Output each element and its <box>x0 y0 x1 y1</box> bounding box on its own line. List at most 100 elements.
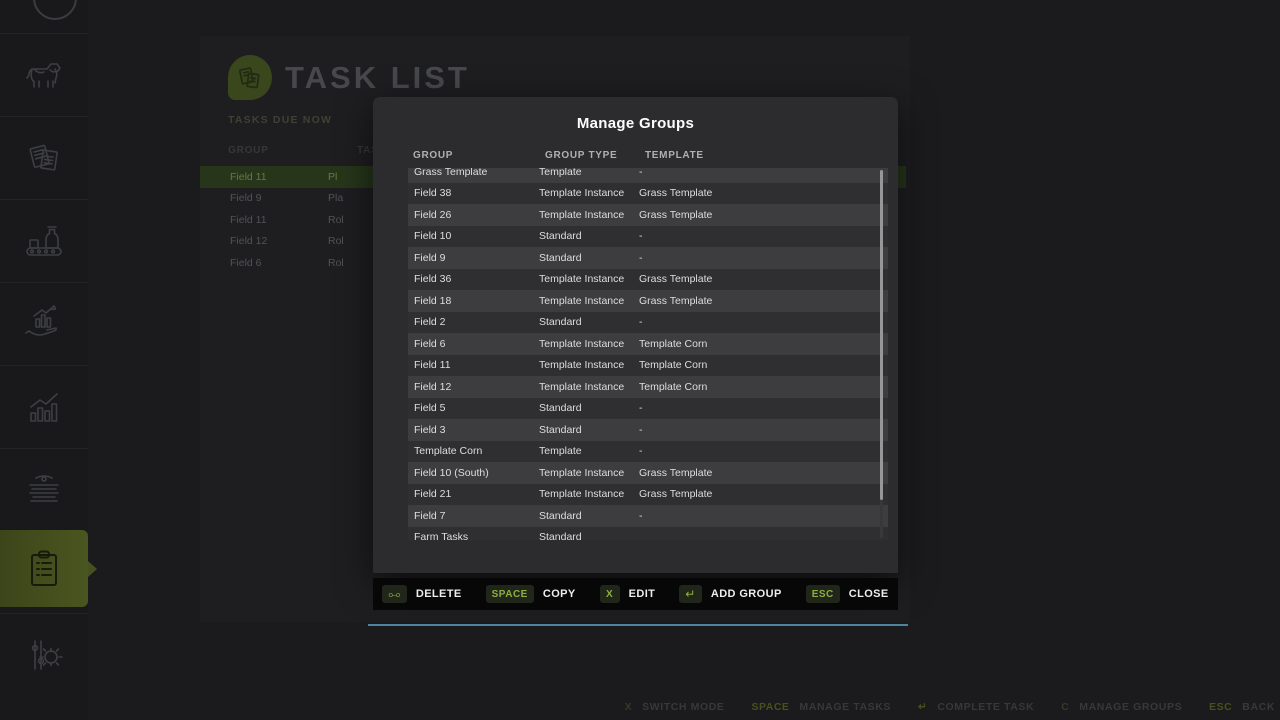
group-row[interactable]: Field 5 Standard - <box>408 398 888 420</box>
template-cell: - <box>639 252 643 264</box>
template-cell: Grass Template <box>639 187 712 199</box>
keycap: ESC <box>806 585 840 603</box>
production-icon <box>22 220 66 262</box>
group-type-cell: Standard <box>539 402 639 414</box>
scrollbar-thumb[interactable] <box>880 170 883 500</box>
button-label: ADD GROUP <box>711 588 782 600</box>
group-row[interactable]: Field 2 Standard - <box>408 312 888 334</box>
footer-shortcut: SPACE MANAGE TASKS <box>752 701 892 713</box>
cow-icon <box>22 56 66 94</box>
group-type-cell: Standard <box>539 252 639 264</box>
group-row[interactable]: Field 26 Template Instance Grass Templat… <box>408 204 888 226</box>
dialog-title: Manage Groups <box>373 115 898 132</box>
group-row[interactable]: Grass Template Template - <box>408 168 888 183</box>
template-cell: Template Corn <box>639 338 707 350</box>
group-row[interactable]: Farm Tasks Standard <box>408 527 888 541</box>
group-type-cell: Template Instance <box>539 209 639 221</box>
sidebar-item-contracts[interactable] <box>0 117 88 199</box>
sidebar-item-mod-logo[interactable] <box>0 449 88 531</box>
template-cell: - <box>639 168 643 178</box>
task-group-cell: Field 11 <box>200 214 328 226</box>
task-list-clipboard-icon <box>21 546 67 592</box>
group-row[interactable]: Field 6 Template Instance Template Corn <box>408 333 888 355</box>
group-row[interactable]: Field 10 Standard - <box>408 226 888 248</box>
group-row[interactable]: Field 12 Template Instance Template Corn <box>408 376 888 398</box>
group-table: Grass Template Template - Field 38 Templ… <box>408 168 888 540</box>
template-cell: - <box>639 445 643 457</box>
documents-icon <box>23 138 65 178</box>
task-cell: Pla <box>328 192 343 204</box>
button-label: DELETE <box>416 588 462 600</box>
task-group-cell: Field 12 <box>200 235 328 247</box>
settings-sliders-icon <box>22 634 66 676</box>
sidebar-item-settings[interactable] <box>0 614 88 696</box>
finances-icon <box>22 303 66 345</box>
group-row[interactable]: Field 18 Template Instance Grass Templat… <box>408 290 888 312</box>
group-cell: Grass Template <box>408 168 539 178</box>
group-type-cell: Standard <box>539 510 639 522</box>
sidebar-selected-arrow <box>88 561 97 577</box>
footer-shortcuts: X SWITCH MODE SPACE MANAGE TASKS ↵ COMPL… <box>625 701 1275 713</box>
hint-label: BACK <box>1242 701 1275 713</box>
column-group-type: GROUP TYPE <box>545 150 617 161</box>
template-cell: Grass Template <box>639 467 712 479</box>
footer-shortcut: ESC BACK <box>1209 701 1275 713</box>
footer-shortcut: X SWITCH MODE <box>625 701 725 713</box>
group-row[interactable]: Field 38 Template Instance Grass Templat… <box>408 183 888 205</box>
sidebar-item-statistics[interactable] <box>0 366 88 448</box>
dialog-button[interactable]: SPACE COPY <box>486 585 576 603</box>
dialog-button[interactable]: ⧟ DELETE <box>382 585 461 603</box>
group-cell: Field 38 <box>408 187 539 199</box>
group-row[interactable]: Template Corn Template - <box>408 441 888 463</box>
group-row[interactable]: Field 7 Standard - <box>408 505 888 527</box>
hint-label: COMPLETE TASK <box>937 701 1034 713</box>
task-list-badge-icon <box>228 55 272 100</box>
group-type-cell: Template Instance <box>539 338 639 350</box>
group-row[interactable]: Field 11 Template Instance Template Corn <box>408 355 888 377</box>
template-cell: Template Corn <box>639 381 707 393</box>
group-type-cell: Template Instance <box>539 381 639 393</box>
group-type-cell: Standard <box>539 316 639 328</box>
group-row[interactable]: Field 10 (South) Template Instance Grass… <box>408 462 888 484</box>
template-cell: - <box>639 230 643 242</box>
template-cell: Grass Template <box>639 295 712 307</box>
scrollbar[interactable] <box>880 170 883 538</box>
template-cell: Grass Template <box>639 273 712 285</box>
template-cell: - <box>639 424 643 436</box>
group-cell: Field 2 <box>408 316 539 328</box>
mod-logo-icon <box>22 470 66 510</box>
template-cell: - <box>639 316 643 328</box>
group-row[interactable]: Field 36 Template Instance Grass Templat… <box>408 269 888 291</box>
hint-keycap: ESC <box>1209 701 1232 713</box>
group-cell: Field 10 <box>408 230 539 242</box>
template-cell: - <box>639 510 643 522</box>
sidebar-item-animals[interactable] <box>0 34 88 116</box>
dialog-button[interactable]: X EDIT <box>600 585 656 603</box>
column-group: GROUP <box>413 150 453 161</box>
group-type-cell: Template Instance <box>539 187 639 199</box>
sidebar-item-finances[interactable] <box>0 283 88 365</box>
button-label: COPY <box>543 588 576 600</box>
delete-key-icon: ⧟ <box>382 585 407 603</box>
column-template: TEMPLATE <box>645 150 704 161</box>
group-row[interactable]: Field 3 Standard - <box>408 419 888 441</box>
sidebar-item-task-list[interactable] <box>0 530 88 607</box>
group-row[interactable]: Field 21 Template Instance Grass Templat… <box>408 484 888 506</box>
hint-label: SWITCH MODE <box>642 701 724 713</box>
hint-label: MANAGE TASKS <box>799 701 891 713</box>
template-cell: Template Corn <box>639 359 707 371</box>
group-cell: Field 3 <box>408 424 539 436</box>
template-cell: Grass Template <box>639 488 712 500</box>
group-type-cell: Template Instance <box>539 273 639 285</box>
task-group-cell: Field 9 <box>200 192 328 204</box>
dialog-button[interactable]: ↵ ADD GROUP <box>679 585 781 603</box>
sidebar-item-production[interactable] <box>0 200 88 282</box>
keycap: X <box>600 585 620 603</box>
task-cell: Rol <box>328 214 344 226</box>
group-row[interactable]: Field 9 Standard - <box>408 247 888 269</box>
dialog-button[interactable]: ESC CLOSE <box>806 585 889 603</box>
group-table-viewport: Grass Template Template - Field 38 Templ… <box>408 168 888 540</box>
group-type-cell: Template Instance <box>539 295 639 307</box>
group-cell: Field 11 <box>408 359 539 371</box>
group-cell: Field 6 <box>408 338 539 350</box>
